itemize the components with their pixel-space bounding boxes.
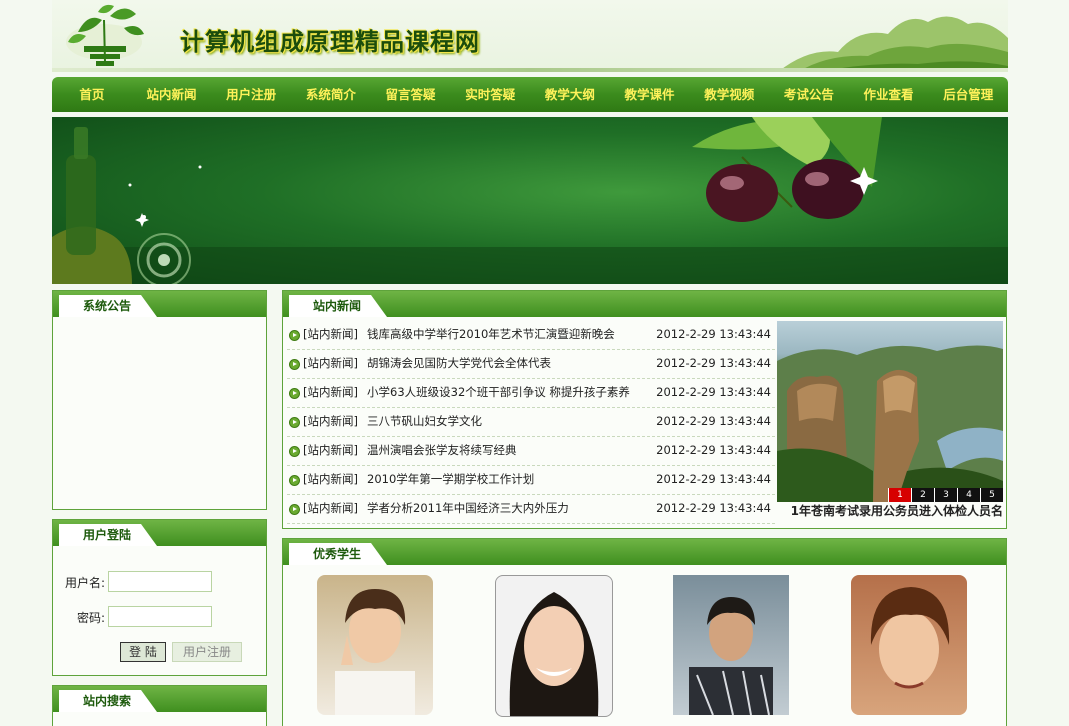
slide-dot-5[interactable]: 5 — [980, 488, 1003, 502]
arrow-bullet-icon — [289, 504, 300, 515]
nav-homework[interactable]: 作业查看 — [849, 77, 929, 112]
login-header: 用户登陆 — [53, 520, 266, 546]
arrow-bullet-icon — [289, 417, 300, 428]
news-header: 站内新闻 — [283, 291, 1006, 317]
slide-dot-3[interactable]: 3 — [934, 488, 957, 502]
search-panel: 站内搜索 — [52, 685, 267, 726]
nav-register[interactable]: 用户注册 — [211, 77, 291, 112]
student-portrait-3 — [689, 597, 773, 715]
banner-art — [52, 117, 1008, 284]
news-item[interactable]: [站内新闻] 温州演唱会张学友将续写经典 2012-2-29 13:43:44 — [287, 437, 775, 466]
arrow-bullet-icon — [289, 388, 300, 399]
announcement-header: 系统公告 — [53, 291, 266, 317]
nav-video[interactable]: 教学视频 — [689, 77, 769, 112]
news-link[interactable]: 三八节矾山妇女学文化 — [367, 408, 482, 435]
news-tag: [站内新闻] — [303, 472, 358, 486]
news-date: 2012-2-29 13:43:44 — [656, 443, 771, 457]
login-panel: 用户登陆 用户名: 密码: 登 陆 用户注册 — [52, 519, 267, 676]
news-tag: [站内新闻] — [303, 414, 358, 428]
site-title: 计算机组成原理精品课程网 — [180, 27, 480, 56]
student-photo[interactable] — [317, 575, 433, 715]
students-header: 优秀学生 — [283, 539, 1006, 565]
news-list: [站内新闻] 钱库高级中学举行2010年艺术节汇演暨迎新晚会 2012-2-29… — [287, 321, 775, 524]
news-panel: 站内新闻 [站内新闻] 钱库高级中学举行2010年艺术节汇演暨迎新晚会 2012… — [282, 290, 1007, 529]
password-label: 密码: — [77, 611, 106, 625]
nav-syllabus[interactable]: 教学大纲 — [530, 77, 610, 112]
slider-pagination: 1 2 3 4 5 — [888, 488, 1003, 502]
student-portrait-4 — [870, 587, 950, 689]
nav-exam-notice[interactable]: 考试公告 — [769, 77, 849, 112]
search-title: 站内搜索 — [59, 690, 157, 712]
news-item[interactable]: [站内新闻] 钱库高级中学举行2010年艺术节汇演暨迎新晚会 2012-2-29… — [287, 321, 775, 350]
news-item[interactable]: [站内新闻] 三八节矾山妇女学文化 2012-2-29 13:43:44 — [287, 408, 775, 437]
news-link[interactable]: 小学63人班级设32个班干部引争议 称提升孩子素养 — [367, 379, 630, 406]
student-photo[interactable] — [495, 575, 613, 717]
mountain-landscape-image — [777, 345, 1003, 502]
arrow-bullet-icon — [289, 330, 300, 341]
leaf-logo-icon — [66, 4, 144, 66]
news-image-slider[interactable]: 1 2 3 4 5 — [777, 321, 1003, 502]
student-photo[interactable] — [673, 575, 789, 715]
students-title: 优秀学生 — [289, 543, 387, 565]
nav-courseware[interactable]: 教学课件 — [610, 77, 690, 112]
announcement-title: 系统公告 — [59, 295, 157, 317]
news-tag: [站内新闻] — [303, 443, 358, 457]
news-link[interactable]: 2010学年第一学期学校工作计划 — [367, 466, 534, 493]
hills-decoration — [778, 16, 1008, 72]
news-item[interactable]: [站内新闻] 小学63人班级设32个班干部引争议 称提升孩子素养 2012-2-… — [287, 379, 775, 408]
news-link[interactable]: 温州演唱会张学友将续写经典 — [367, 437, 517, 464]
username-input[interactable] — [108, 571, 212, 592]
arrow-bullet-icon — [289, 475, 300, 486]
news-item[interactable]: [站内新闻] 2010学年第一学期学校工作计划 2012-2-29 13:43:… — [287, 466, 775, 495]
nav-home[interactable]: 首页 — [52, 77, 132, 112]
students-panel: 优秀学生 — [282, 538, 1007, 726]
student-portrait-2 — [509, 592, 599, 716]
news-date: 2012-2-29 13:43:44 — [656, 385, 771, 399]
search-header: 站内搜索 — [53, 686, 266, 712]
news-link[interactable]: 钱库高级中学举行2010年艺术节汇演暨迎新晚会 — [367, 321, 615, 348]
nav-guestbook[interactable]: 留言答疑 — [371, 77, 451, 112]
login-button[interactable]: 登 陆 — [120, 642, 166, 662]
slide-dot-4[interactable]: 4 — [957, 488, 980, 502]
news-item[interactable]: [站内新闻] 胡锦涛会见国防大学党代会全体代表 2012-2-29 13:43:… — [287, 350, 775, 379]
nav-admin[interactable]: 后台管理 — [928, 77, 1008, 112]
news-date: 2012-2-29 13:43:44 — [656, 472, 771, 486]
news-date: 2012-2-29 13:43:44 — [656, 356, 771, 370]
arrow-bullet-icon — [289, 359, 300, 370]
slider-caption[interactable]: 1年苍南考试录用公务员进入体检人员名 — [777, 502, 1003, 520]
news-item[interactable]: [站内新闻] 学者分析2011年中国经济三大内外压力 2012-2-29 13:… — [287, 495, 775, 524]
hero-banner — [52, 117, 1008, 284]
news-tag: [站内新闻] — [303, 356, 358, 370]
news-title: 站内新闻 — [289, 295, 387, 317]
slide-dot-2[interactable]: 2 — [911, 488, 934, 502]
arrow-bullet-icon — [289, 446, 300, 457]
nav-live-qa[interactable]: 实时答疑 — [450, 77, 530, 112]
news-tag: [站内新闻] — [303, 501, 358, 515]
login-title: 用户登陆 — [59, 524, 157, 546]
news-date: 2012-2-29 13:43:44 — [656, 327, 771, 341]
main-nav: 首页 站内新闻 用户注册 系统简介 留言答疑 实时答疑 教学大纲 教学课件 教学… — [52, 77, 1008, 112]
student-portrait-1 — [335, 589, 415, 715]
slide-dot-1[interactable]: 1 — [888, 488, 911, 502]
news-link[interactable]: 学者分析2011年中国经济三大内外压力 — [367, 495, 569, 522]
nav-news[interactable]: 站内新闻 — [132, 77, 212, 112]
site-header: 计算机组成原理精品课程网 — [52, 0, 1008, 72]
register-button[interactable]: 用户注册 — [172, 642, 242, 662]
announcement-panel: 系统公告 — [52, 290, 267, 510]
news-tag: [站内新闻] — [303, 327, 358, 341]
news-link[interactable]: 胡锦涛会见国防大学党代会全体代表 — [367, 350, 551, 377]
nav-intro[interactable]: 系统简介 — [291, 77, 371, 112]
header-divider — [52, 68, 1008, 72]
news-tag: [站内新闻] — [303, 385, 358, 399]
password-input[interactable] — [108, 606, 212, 627]
news-date: 2012-2-29 13:43:44 — [656, 414, 771, 428]
username-label: 用户名: — [65, 576, 106, 590]
news-date: 2012-2-29 13:43:44 — [656, 501, 771, 515]
student-photo[interactable] — [851, 575, 967, 715]
